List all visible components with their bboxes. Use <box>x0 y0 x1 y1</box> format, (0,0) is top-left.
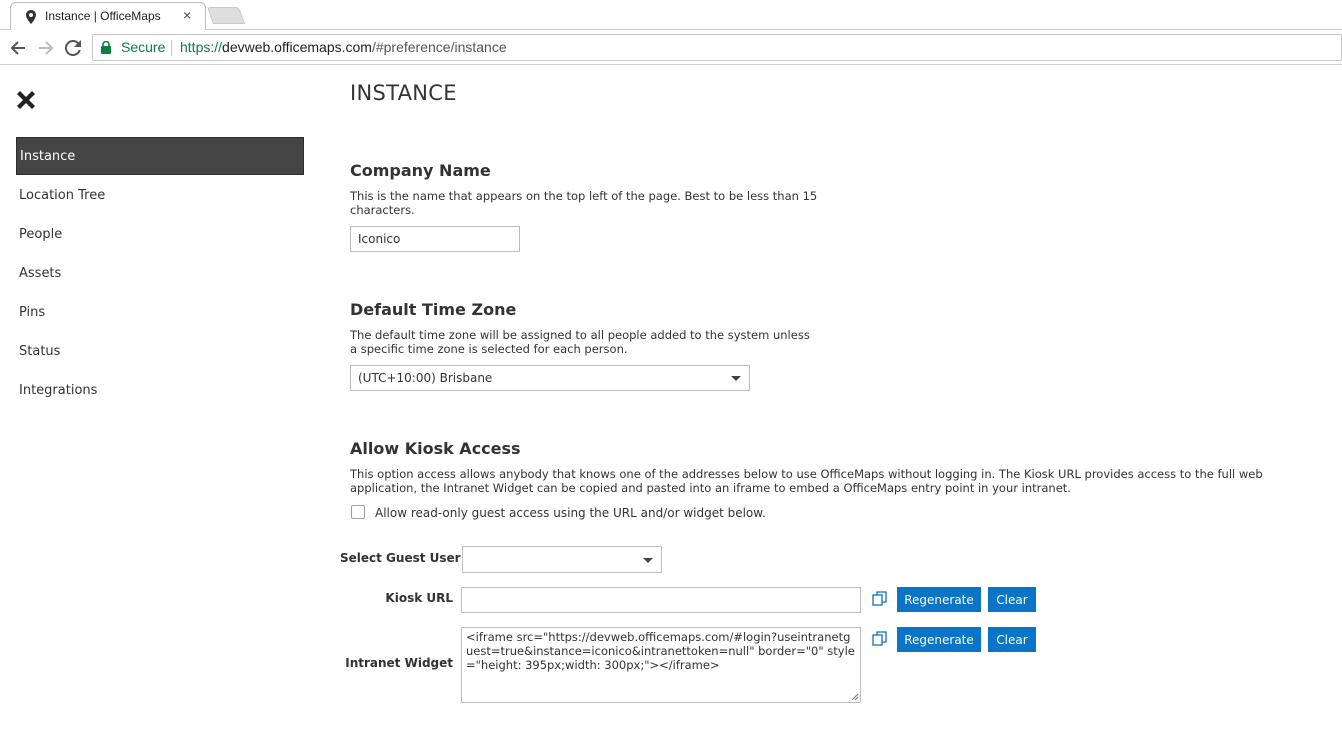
time-zone-select[interactable]: (UTC+10:00) Brisbane <box>350 365 750 391</box>
url-text: https://devweb.officemaps.com/#preferenc… <box>180 39 507 55</box>
address-separator <box>171 40 172 56</box>
intranet-widget-textarea[interactable]: <iframe src="https://devweb.officemaps.c… <box>461 627 861 703</box>
kiosk-heading: Allow Kiosk Access <box>350 439 521 458</box>
map-pin-icon <box>26 10 36 24</box>
sidebar-item-location-tree[interactable]: Location Tree <box>16 176 304 215</box>
forward-button[interactable] <box>35 37 57 59</box>
tab-title: Instance | OfficeMaps <box>45 9 161 23</box>
sidebar-item-label: Integrations <box>19 383 98 398</box>
company-name-value: Iconico <box>358 232 401 246</box>
guest-user-label: Select Guest User <box>340 551 461 565</box>
kiosk-url-clear-button[interactable]: Clear <box>988 587 1036 612</box>
guest-access-label: Allow read-only guest access using the U… <box>375 506 766 520</box>
sidebar-item-integrations[interactable]: Integrations <box>16 371 304 410</box>
sidebar-item-people[interactable]: People <box>16 215 304 254</box>
browser-tab[interactable]: Instance | OfficeMaps × <box>10 2 206 30</box>
time-zone-selected: (UTC+10:00) Brisbane <box>358 371 493 385</box>
time-zone-heading: Default Time Zone <box>350 300 517 319</box>
widget-regenerate-button[interactable]: Regenerate <box>897 627 981 652</box>
chevron-down-icon <box>643 557 653 563</box>
page-title: INSTANCE <box>350 81 457 105</box>
sidebar-item-label: Status <box>19 344 61 359</box>
sidebar-item-label: Pins <box>19 305 46 320</box>
kiosk-url-regenerate-button[interactable]: Regenerate <box>897 587 981 612</box>
url-protocol: https:// <box>180 39 223 55</box>
browser-toolbar: Secure https://devweb.officemaps.com/#pr… <box>0 31 1342 65</box>
intranet-widget-label: Intranet Widget <box>345 656 453 670</box>
kiosk-url-label: Kiosk URL <box>385 591 453 605</box>
sidebar-item-label: Instance <box>20 148 76 164</box>
sidebar-item-label: People <box>19 227 63 242</box>
intranet-widget-value: <iframe src="https://devweb.officemaps.c… <box>466 630 855 672</box>
sidebar-item-label: Location Tree <box>19 188 106 203</box>
sidebar-item-pins[interactable]: Pins <box>16 293 304 332</box>
secure-label: Secure <box>121 39 166 55</box>
sidebar-item-instance[interactable]: Instance <box>16 137 304 175</box>
close-icon[interactable] <box>14 88 38 112</box>
browser-tabstrip: Instance | OfficeMaps × <box>0 0 1342 30</box>
widget-clear-button[interactable]: Clear <box>988 627 1036 652</box>
company-name-heading: Company Name <box>350 161 491 180</box>
company-name-input[interactable]: Iconico <box>350 226 520 252</box>
guest-access-checkbox[interactable] <box>351 505 365 519</box>
reload-icon <box>65 40 81 56</box>
sidebar-item-label: Assets <box>19 266 62 281</box>
url-path: /#preference/instance <box>371 39 507 55</box>
reload-button[interactable] <box>62 37 84 59</box>
arrow-left-icon <box>10 41 25 55</box>
tab-close-icon[interactable]: × <box>183 7 191 23</box>
guest-user-select[interactable] <box>462 546 662 573</box>
resize-handle-icon[interactable] <box>851 693 859 701</box>
time-zone-description: The default time zone will be assigned t… <box>350 328 810 356</box>
sidebar-nav: Instance Location Tree People Assets Pin… <box>16 137 304 410</box>
url-host: devweb.officemaps.com <box>222 39 372 55</box>
kiosk-description: This option access allows anybody that k… <box>350 467 1263 495</box>
lock-icon <box>101 41 111 54</box>
sidebar-item-assets[interactable]: Assets <box>16 254 304 293</box>
sidebar-item-status[interactable]: Status <box>16 332 304 371</box>
copy-icon[interactable] <box>872 631 887 646</box>
company-name-description: This is the name that appears on the top… <box>350 189 818 217</box>
copy-icon[interactable] <box>872 591 887 606</box>
address-bar[interactable]: Secure https://devweb.officemaps.com/#pr… <box>92 34 1342 61</box>
chevron-down-icon <box>731 376 741 381</box>
arrow-right-icon <box>39 41 54 55</box>
new-tab-button[interactable] <box>206 7 246 24</box>
kiosk-url-input[interactable] <box>461 587 861 613</box>
back-button[interactable] <box>7 37 29 59</box>
